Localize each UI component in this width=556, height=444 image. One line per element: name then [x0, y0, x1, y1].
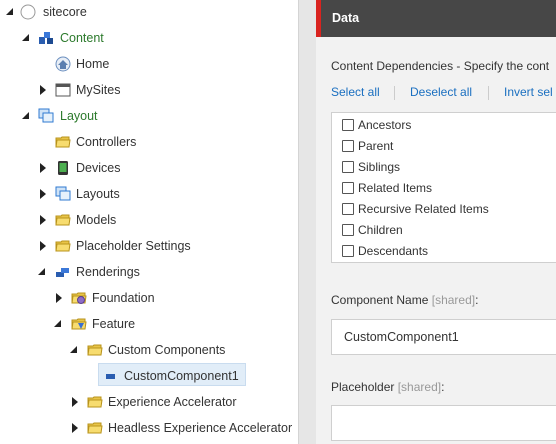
module-folder-icon	[71, 290, 87, 306]
collapse-arrow-icon[interactable]	[38, 215, 48, 225]
tree-node-label[interactable]: Headless Experience Accelerator	[105, 419, 295, 437]
folder-icon	[55, 134, 71, 150]
checkbox[interactable]	[342, 224, 354, 236]
tree-node-label[interactable]: Experience Accelerator	[105, 393, 240, 411]
checklist-item-siblings[interactable]: Siblings	[342, 158, 400, 176]
collapse-arrow-icon[interactable]	[70, 397, 80, 407]
expand-arrow-icon[interactable]	[37, 267, 47, 277]
content-editor: Data Content Dependencies - Specify the …	[316, 0, 556, 444]
field-label-text: Placeholder	[331, 380, 395, 394]
folder-icon	[87, 342, 103, 358]
checkbox[interactable]	[342, 161, 354, 173]
checklist-item-ancestors[interactable]: Ancestors	[342, 116, 411, 134]
tree-node-label[interactable]: Devices	[73, 159, 123, 177]
tree-node-label[interactable]: Content	[57, 29, 107, 47]
content-icon	[38, 30, 54, 46]
expand-arrow-icon[interactable]	[21, 111, 31, 121]
expand-arrow-icon[interactable]	[5, 7, 15, 17]
sitecore-icon	[20, 4, 36, 20]
select-all-link[interactable]: Select all	[331, 85, 380, 99]
home-icon	[55, 56, 71, 72]
folder-icon	[87, 420, 103, 436]
pane-splitter[interactable]	[298, 0, 316, 444]
checkbox-label[interactable]: Ancestors	[358, 118, 411, 132]
tree-node-label[interactable]: Placeholder Settings	[73, 237, 194, 255]
collapse-arrow-icon[interactable]	[38, 189, 48, 199]
shared-marker: [shared]	[397, 380, 442, 394]
tree-node-label[interactable]: Layouts	[73, 185, 123, 203]
checklist-item-descendants[interactable]: Descendants	[342, 242, 428, 260]
checkbox-label[interactable]: Siblings	[358, 160, 400, 174]
deselect-all-link[interactable]: Deselect all	[410, 85, 472, 99]
checkbox-label[interactable]: Recursive Related Items	[358, 202, 489, 216]
checkbox-label[interactable]: Descendants	[358, 244, 428, 258]
collapse-arrow-icon[interactable]	[70, 423, 80, 433]
checkbox[interactable]	[342, 203, 354, 215]
tree-node-label[interactable]: CustomComponent1	[121, 367, 242, 385]
window-icon	[55, 82, 71, 98]
component-name-field[interactable]: CustomComponent1	[331, 319, 556, 355]
tree-node-label[interactable]: Foundation	[89, 289, 158, 307]
tree-node-label[interactable]: Custom Components	[105, 341, 228, 359]
tree-node-label[interactable]: Models	[73, 211, 119, 229]
collapse-arrow-icon[interactable]	[38, 85, 48, 95]
link-separator	[488, 86, 489, 100]
device-icon	[55, 160, 71, 176]
placeholder-label: Placeholder [shared]:	[331, 380, 444, 394]
collapse-arrow-icon[interactable]	[38, 241, 48, 251]
layout-icon	[38, 108, 54, 124]
component-name-value: CustomComponent1	[344, 330, 459, 344]
field-label-colon: :	[441, 380, 445, 394]
checkbox[interactable]	[342, 182, 354, 194]
expand-arrow-icon[interactable]	[53, 319, 63, 329]
content-dependencies-title: Content Dependencies - Specify the cont	[331, 59, 550, 73]
tree-node-label[interactable]: MySites	[73, 81, 123, 99]
tree-node-label[interactable]: Home	[73, 55, 112, 73]
dependencies-checklist: Ancestors Parent Siblings Related Items …	[331, 112, 556, 263]
link-separator	[394, 86, 395, 100]
checklist-item-children[interactable]: Children	[342, 221, 403, 239]
expand-arrow-icon[interactable]	[69, 345, 79, 355]
collapse-arrow-icon[interactable]	[38, 163, 48, 173]
checkbox[interactable]	[342, 119, 354, 131]
layouts-icon	[55, 186, 71, 202]
checklist-item-recursive-related-items[interactable]: Recursive Related Items	[342, 200, 489, 218]
content-tree: sitecore Content Home MySites Layout Con…	[0, 0, 298, 444]
field-label-colon: :	[475, 293, 479, 307]
tree-node-label[interactable]: Controllers	[73, 133, 139, 151]
checkbox-label[interactable]: Children	[358, 223, 403, 237]
tree-node-label[interactable]: Layout	[57, 107, 101, 125]
tree-node-label[interactable]: Renderings	[73, 263, 143, 281]
checkbox[interactable]	[342, 245, 354, 257]
checkbox-label[interactable]: Related Items	[358, 181, 432, 195]
module-folder-icon	[71, 316, 87, 332]
checklist-item-related-items[interactable]: Related Items	[342, 179, 432, 197]
folder-icon	[55, 238, 71, 254]
invert-selection-link[interactable]: Invert sel	[504, 85, 553, 99]
section-title: Data	[332, 11, 360, 25]
renderings-icon	[55, 264, 71, 280]
checklist-item-parent[interactable]: Parent	[342, 137, 393, 155]
tree-node-label[interactable]: sitecore	[40, 3, 90, 21]
component-name-label: Component Name [shared]:	[331, 293, 478, 307]
folder-icon	[55, 212, 71, 228]
collapse-arrow-icon[interactable]	[54, 293, 64, 303]
expand-arrow-icon[interactable]	[21, 33, 31, 43]
folder-icon	[87, 394, 103, 410]
checkbox-label[interactable]: Parent	[358, 139, 393, 153]
tree-node-label[interactable]: Feature	[89, 315, 138, 333]
checkbox[interactable]	[342, 140, 354, 152]
field-label-text: Component Name	[331, 293, 429, 307]
placeholder-field[interactable]	[331, 405, 556, 441]
rendering-icon	[103, 368, 119, 384]
shared-marker: [shared]	[431, 293, 476, 307]
section-header-data[interactable]: Data	[316, 0, 556, 37]
